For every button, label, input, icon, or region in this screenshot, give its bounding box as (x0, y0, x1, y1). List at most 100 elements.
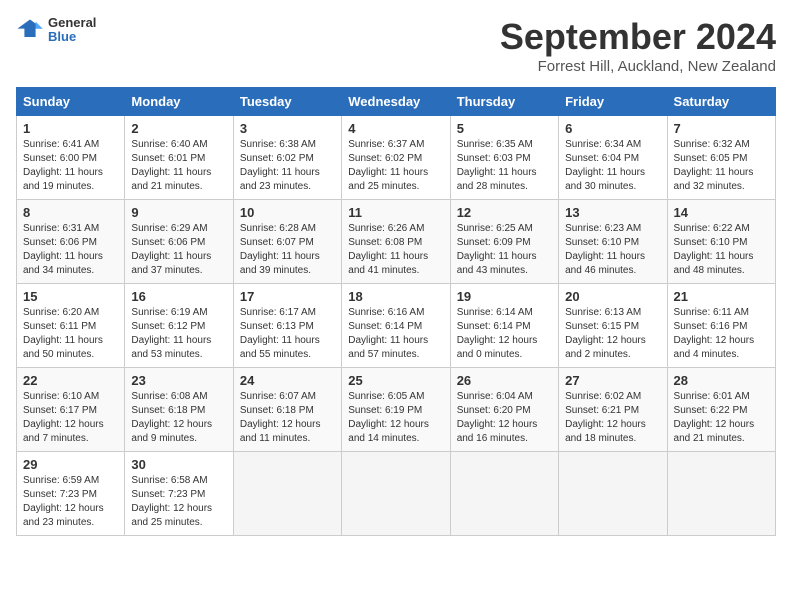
weekday-header-monday: Monday (125, 88, 233, 116)
day-info: Sunrise: 6:41 AMSunset: 6:00 PMDaylight:… (23, 139, 103, 192)
day-number: 6 (565, 121, 660, 136)
day-number: 17 (240, 289, 335, 304)
calendar-cell-7: 7 Sunrise: 6:32 AMSunset: 6:05 PMDaylight… (667, 116, 775, 200)
day-number: 5 (457, 121, 552, 136)
calendar-cell-27: 27 Sunrise: 6:02 AMSunset: 6:21 PMDayligh… (559, 368, 667, 452)
calendar-cell-9: 9 Sunrise: 6:29 AMSunset: 6:06 PMDaylight… (125, 200, 233, 284)
weekday-header-wednesday: Wednesday (342, 88, 450, 116)
day-number: 26 (457, 373, 552, 388)
logo-bird-icon (16, 16, 44, 44)
calendar-cell-10: 10 Sunrise: 6:28 AMSunset: 6:07 PMDayligh… (233, 200, 341, 284)
day-info: Sunrise: 6:29 AMSunset: 6:06 PMDaylight:… (131, 223, 211, 276)
day-info: Sunrise: 6:11 AMSunset: 6:16 PMDaylight:… (674, 307, 755, 360)
day-info: Sunrise: 6:20 AMSunset: 6:11 PMDaylight:… (23, 307, 103, 360)
calendar-cell-21: 21 Sunrise: 6:11 AMSunset: 6:16 PMDayligh… (667, 284, 775, 368)
day-number: 24 (240, 373, 335, 388)
calendar-cell-22: 22 Sunrise: 6:10 AMSunset: 6:17 PMDayligh… (17, 368, 125, 452)
calendar-cell-17: 17 Sunrise: 6:17 AMSunset: 6:13 PMDayligh… (233, 284, 341, 368)
weekday-header-friday: Friday (559, 88, 667, 116)
day-info: Sunrise: 6:02 AMSunset: 6:21 PMDaylight:… (565, 391, 646, 444)
day-info: Sunrise: 6:13 AMSunset: 6:15 PMDaylight:… (565, 307, 646, 360)
day-info: Sunrise: 6:25 AMSunset: 6:09 PMDaylight:… (457, 223, 537, 276)
weekday-header-tuesday: Tuesday (233, 88, 341, 116)
calendar-cell-12: 12 Sunrise: 6:25 AMSunset: 6:09 PMDayligh… (450, 200, 558, 284)
calendar-cell-1: 1 Sunrise: 6:41 AMSunset: 6:00 PMDaylight… (17, 116, 125, 200)
day-number: 12 (457, 205, 552, 220)
day-number: 22 (23, 373, 118, 388)
calendar-cell-20: 20 Sunrise: 6:13 AMSunset: 6:15 PMDayligh… (559, 284, 667, 368)
calendar-cell-28: 28Sunrise: 6:01 AMSunset: 6:22 PMDayligh… (667, 368, 775, 452)
day-info: Sunrise: 6:23 AMSunset: 6:10 PMDaylight:… (565, 223, 645, 276)
day-number: 2 (131, 121, 226, 136)
calendar-cell-15: 15 Sunrise: 6:20 AMSunset: 6:11 PMDayligh… (17, 284, 125, 368)
day-info: Sunrise: 6:05 AMSunset: 6:19 PMDaylight:… (348, 391, 429, 444)
day-info: Sunrise: 6:35 AMSunset: 6:03 PMDaylight:… (457, 139, 537, 192)
calendar-week-2: 15 Sunrise: 6:20 AMSunset: 6:11 PMDayligh… (17, 284, 776, 368)
calendar-week-1: 8Sunrise: 6:31 AMSunset: 6:06 PMDaylight… (17, 200, 776, 284)
day-number: 3 (240, 121, 335, 136)
calendar-cell-30: 30 Sunrise: 6:58 AMSunset: 7:23 PMDayligh… (125, 452, 233, 536)
day-info: Sunrise: 6:37 AMSunset: 6:02 PMDaylight:… (348, 139, 428, 192)
day-info: Sunrise: 6:04 AMSunset: 6:20 PMDaylight:… (457, 391, 538, 444)
weekday-header-thursday: Thursday (450, 88, 558, 116)
calendar-cell-14: 14 Sunrise: 6:22 AMSunset: 6:10 PMDayligh… (667, 200, 775, 284)
logo-general: General (48, 16, 96, 30)
month-title: September 2024 (500, 16, 776, 58)
calendar-cell-25: 25Sunrise: 6:05 AMSunset: 6:19 PMDayligh… (342, 368, 450, 452)
calendar-cell-13: 13 Sunrise: 6:23 AMSunset: 6:10 PMDayligh… (559, 200, 667, 284)
calendar-cell-empty (667, 452, 775, 536)
calendar-table: SundayMondayTuesdayWednesdayThursdayFrid… (16, 87, 776, 536)
calendar-cell-5: 5 Sunrise: 6:35 AMSunset: 6:03 PMDaylight… (450, 116, 558, 200)
weekday-header-row: SundayMondayTuesdayWednesdayThursdayFrid… (17, 88, 776, 116)
day-number: 1 (23, 121, 118, 136)
day-number: 30 (131, 457, 226, 472)
day-info: Sunrise: 6:34 AMSunset: 6:04 PMDaylight:… (565, 139, 645, 192)
day-number: 27 (565, 373, 660, 388)
calendar-cell-3: 3Sunrise: 6:38 AMSunset: 6:02 PMDaylight… (233, 116, 341, 200)
calendar-week-0: 1 Sunrise: 6:41 AMSunset: 6:00 PMDaylight… (17, 116, 776, 200)
calendar-cell-2: 2 Sunrise: 6:40 AMSunset: 6:01 PMDaylight… (125, 116, 233, 200)
day-number: 8 (23, 205, 118, 220)
calendar-cell-empty (342, 452, 450, 536)
calendar-cell-6: 6 Sunrise: 6:34 AMSunset: 6:04 PMDaylight… (559, 116, 667, 200)
day-number: 23 (131, 373, 226, 388)
day-number: 21 (674, 289, 769, 304)
day-info: Sunrise: 6:58 AMSunset: 7:23 PMDaylight:… (131, 475, 212, 528)
weekday-header-saturday: Saturday (667, 88, 775, 116)
calendar-cell-4: 4 Sunrise: 6:37 AMSunset: 6:02 PMDaylight… (342, 116, 450, 200)
calendar-week-3: 22 Sunrise: 6:10 AMSunset: 6:17 PMDayligh… (17, 368, 776, 452)
day-info: Sunrise: 6:40 AMSunset: 6:01 PMDaylight:… (131, 139, 211, 192)
day-number: 13 (565, 205, 660, 220)
calendar-cell-29: 29Sunrise: 6:59 AMSunset: 7:23 PMDayligh… (17, 452, 125, 536)
day-number: 4 (348, 121, 443, 136)
day-number: 11 (348, 205, 443, 220)
day-info: Sunrise: 6:32 AMSunset: 6:05 PMDaylight:… (674, 139, 754, 192)
day-number: 18 (348, 289, 443, 304)
logo: General Blue (16, 16, 96, 45)
day-info: Sunrise: 6:28 AMSunset: 6:07 PMDaylight:… (240, 223, 320, 276)
calendar-week-4: 29Sunrise: 6:59 AMSunset: 7:23 PMDayligh… (17, 452, 776, 536)
day-info: Sunrise: 6:10 AMSunset: 6:17 PMDaylight:… (23, 391, 104, 444)
day-number: 29 (23, 457, 118, 472)
day-number: 16 (131, 289, 226, 304)
day-number: 28 (674, 373, 769, 388)
day-info: Sunrise: 6:08 AMSunset: 6:18 PMDaylight:… (131, 391, 212, 444)
header: General Blue September 2024 Forrest Hill… (16, 16, 776, 75)
day-number: 10 (240, 205, 335, 220)
day-info: Sunrise: 6:17 AMSunset: 6:13 PMDaylight:… (240, 307, 320, 360)
day-info: Sunrise: 6:07 AMSunset: 6:18 PMDaylight:… (240, 391, 321, 444)
day-number: 15 (23, 289, 118, 304)
calendar-cell-empty (559, 452, 667, 536)
calendar-cell-19: 19Sunrise: 6:14 AMSunset: 6:14 PMDayligh… (450, 284, 558, 368)
day-info: Sunrise: 6:22 AMSunset: 6:10 PMDaylight:… (674, 223, 754, 276)
day-number: 9 (131, 205, 226, 220)
day-number: 7 (674, 121, 769, 136)
day-number: 20 (565, 289, 660, 304)
day-info: Sunrise: 6:26 AMSunset: 6:08 PMDaylight:… (348, 223, 428, 276)
day-number: 14 (674, 205, 769, 220)
location: Forrest Hill, Auckland, New Zealand (500, 58, 776, 75)
calendar-cell-8: 8Sunrise: 6:31 AMSunset: 6:06 PMDaylight… (17, 200, 125, 284)
calendar-cell-empty (233, 452, 341, 536)
calendar-cell-23: 23 Sunrise: 6:08 AMSunset: 6:18 PMDayligh… (125, 368, 233, 452)
weekday-header-sunday: Sunday (17, 88, 125, 116)
